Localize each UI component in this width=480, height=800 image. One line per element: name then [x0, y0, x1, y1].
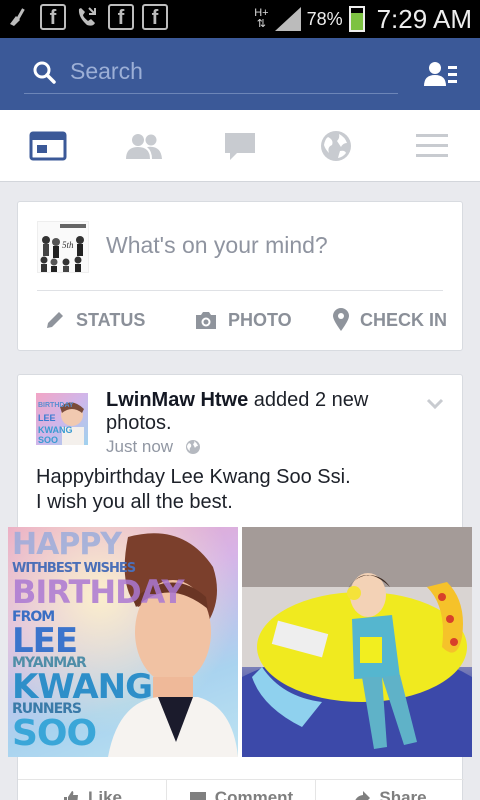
svg-text:KWANG: KWANG — [38, 425, 73, 435]
pencil-icon — [47, 312, 63, 328]
missed-call-icon — [74, 4, 100, 30]
friend-requests-icon[interactable] — [424, 60, 458, 90]
post-text: Happybirthday Lee Kwang Soo Ssi. I wish … — [36, 465, 351, 515]
facebook-icon: f — [40, 4, 66, 30]
tab-notifications[interactable] — [288, 110, 384, 181]
chevron-down-icon[interactable] — [426, 397, 444, 415]
chat-bubble-icon — [225, 132, 255, 160]
photo-text-happy: HAPPY — [12, 527, 122, 562]
tab-friends[interactable] — [96, 110, 192, 181]
post-text-line: Happybirthday Lee Kwang Soo Ssi. — [36, 466, 351, 488]
camera-icon — [196, 312, 216, 329]
post-text-line: I wish you all the best. — [36, 491, 233, 513]
like-label: Like — [87, 787, 123, 800]
battery-percent: 78% — [306, 8, 343, 29]
post-actions: Like Comment Share — [18, 779, 464, 800]
photo-button[interactable]: PHOTO — [194, 306, 292, 334]
tab-news-feed[interactable] — [0, 110, 96, 181]
svg-text:5th: 5th — [62, 240, 74, 250]
svg-text:BIRTHDAY: BIRTHDAY — [38, 402, 74, 409]
clock: 7:29 AM — [376, 3, 472, 34]
post-header: LwinMaw Htwe added 2 new photos. — [106, 389, 406, 435]
comment-button[interactable]: Comment — [167, 780, 316, 800]
facebook-icon: f — [108, 4, 134, 30]
status-button[interactable]: STATUS — [44, 306, 145, 334]
post-meta: Just now — [106, 437, 201, 457]
post-photo-2[interactable] — [242, 527, 472, 757]
friends-icon — [126, 133, 162, 159]
photo-text-soo: SOO — [12, 713, 97, 754]
post-photo-1[interactable]: HAPPY WITHBEST WISHES BIRTHDAY FROM LEE … — [8, 527, 238, 757]
check-in-label: CHECK IN — [360, 309, 448, 330]
news-feed-icon — [29, 131, 67, 160]
status-bar: f f f H+ ⇅ 78% 7:29 AM — [0, 0, 480, 38]
share-button[interactable]: Share — [316, 780, 464, 800]
photo-text-birthday: BIRTHDAY — [12, 573, 185, 611]
post-author-name[interactable]: LwinMaw Htwe — [106, 389, 248, 411]
status-label: STATUS — [76, 309, 146, 330]
globe-icon — [186, 440, 201, 454]
app-header: Search — [0, 38, 480, 110]
search-input[interactable]: Search — [24, 50, 398, 94]
like-button[interactable]: Like — [18, 780, 167, 800]
svg-text:LEE: LEE — [38, 413, 56, 423]
svg-text:SOO: SOO — [38, 435, 58, 445]
photo-label: PHOTO — [228, 309, 292, 330]
cleaner-icon — [6, 4, 32, 30]
facebook-icon: f — [142, 4, 168, 30]
location-pin-icon — [333, 308, 349, 331]
battery-icon — [348, 6, 365, 32]
thumbs-up-icon — [63, 790, 78, 800]
share-label: Share — [379, 787, 427, 800]
tab-messages[interactable] — [192, 110, 288, 181]
share-icon — [355, 790, 371, 800]
user-avatar[interactable]: 5th — [37, 221, 89, 273]
tab-more[interactable] — [384, 110, 480, 181]
comment-icon — [189, 791, 206, 800]
divider — [37, 290, 443, 291]
globe-icon — [321, 130, 351, 161]
check-in-button[interactable]: CHECK IN — [332, 306, 447, 334]
signal-icon — [274, 7, 301, 31]
status-composer: 5th What's on your mind? STATUS PHOTO CH… — [17, 201, 463, 351]
notification-icons: f f f — [6, 4, 168, 30]
tab-bar — [0, 110, 480, 182]
post-action-text-2: photos. — [106, 412, 172, 434]
composer-prompt[interactable]: What's on your mind? — [106, 232, 328, 259]
search-icon — [33, 61, 56, 84]
post-timestamp[interactable]: Just now — [106, 437, 173, 457]
post-action-text: added 2 new — [248, 389, 369, 411]
comment-label: Comment — [214, 787, 294, 800]
network-type: H+ ⇅ — [254, 8, 268, 30]
search-placeholder: Search — [70, 58, 143, 84]
data-arrows-icon: ⇅ — [256, 18, 266, 30]
post-author-avatar[interactable]: BIRTHDAY LEE KWANG SOO — [36, 393, 88, 445]
menu-icon — [416, 133, 448, 157]
